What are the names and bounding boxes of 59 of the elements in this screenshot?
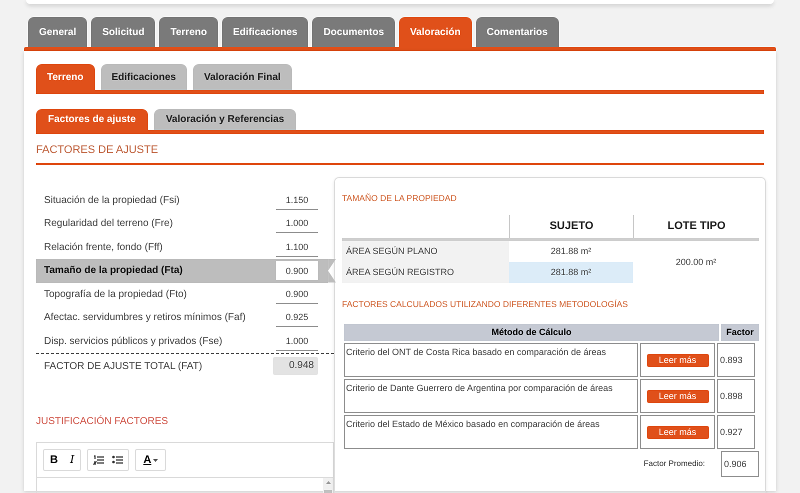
scroll-up-icon: [326, 481, 330, 484]
average-field: 0.906: [721, 451, 759, 477]
factor-field[interactable]: 0.900: [276, 284, 318, 304]
factor-field[interactable]: 1.100: [276, 238, 318, 257]
tab[interactable]: Terreno: [159, 17, 218, 47]
read-more-button[interactable]: Leer más: [646, 390, 708, 402]
criterion-cell: Criterio del ONT de Costa Rica basado en comparación de áreas: [344, 343, 638, 377]
lot-area-cell-text: 200.00 m²: [674, 256, 718, 268]
column-header: Método de Cálculo: [344, 324, 719, 341]
section-title: FACTORES DE AJUSTE: [36, 143, 160, 158]
factor-label: Regularidad del terreno (Fre): [43, 217, 174, 232]
factor-label: Tamaño de la propiedad (Fta): [43, 264, 184, 278]
criterion-cell: Criterio de Dante Guerrero de Argentina por comparación de áreas: [344, 379, 638, 413]
caret-icon: [153, 458, 158, 462]
factor-field[interactable]: 0.900: [276, 261, 318, 280]
tab[interactable]: Comentarios: [476, 17, 559, 47]
ordered-list-icon[interactable]: [93, 455, 104, 465]
column-header: Factor: [721, 324, 759, 341]
factor-cell: 0.893: [717, 343, 755, 377]
tab[interactable]: Valoración: [399, 17, 472, 47]
total-field: 0.948: [273, 357, 318, 375]
section-title: FACTORES CALCULADOS UTILIZANDO DIFERENTES METODOLOGÍAS: [342, 298, 629, 311]
factor-label: Disp. servicios públicos y privados (Fse): [43, 334, 224, 349]
criterion-cell: Criterio del Estado de México basado en comparación de áreas: [344, 415, 638, 449]
factor-field[interactable]: 1.000: [276, 214, 318, 234]
factor-field[interactable]: 1.150: [276, 190, 318, 210]
factor-field[interactable]: 0.925: [276, 308, 318, 328]
factor-cell: 0.898: [717, 379, 755, 413]
bold-button[interactable]: B: [48, 452, 60, 468]
tab[interactable]: Edificaciones: [100, 64, 187, 90]
factor-label: Situación de la propiedad (Fsi): [43, 194, 181, 208]
tab[interactable]: Factores de ajuste: [36, 109, 148, 130]
section-title: JUSTIFICACIÓN FACTORES: [36, 414, 170, 429]
average-label: Factor Promedio:: [644, 458, 705, 470]
tab[interactable]: Terreno: [36, 64, 94, 90]
tab[interactable]: Solicitud: [91, 17, 156, 47]
tab[interactable]: Edificaciones: [222, 17, 308, 47]
section-title: TAMAÑO DE LA PROPIEDAD: [342, 192, 458, 204]
area-cell: 281.88 m²: [509, 262, 633, 284]
factor-label: Topografía de la propiedad (Fto): [43, 288, 188, 302]
factor-field[interactable]: 1.000: [276, 332, 318, 351]
column-header: SUJETO: [509, 215, 633, 238]
factor-label: Relación frente, fondo (Fff): [43, 240, 164, 255]
column-header: LOTE TIPO: [633, 215, 759, 238]
read-more-button[interactable]: Leer más: [646, 426, 708, 438]
factor-cell: 0.927: [717, 415, 755, 449]
tab[interactable]: Documentos: [312, 17, 396, 47]
tab[interactable]: General: [28, 17, 88, 47]
tab[interactable]: Valoración Final: [192, 64, 292, 90]
row-label: ÁREA SEGÚN PLANO: [342, 241, 509, 262]
factor-label: Afectac. servidumbres y retiros mínimos (Faf): [43, 311, 247, 326]
bullet-list-icon[interactable]: [112, 455, 124, 465]
font-color-button[interactable]: A: [135, 449, 166, 471]
text-editor[interactable]: B I A: [36, 442, 334, 493]
italic-button[interactable]: I: [68, 452, 76, 468]
read-more-button[interactable]: Leer más: [646, 354, 708, 366]
total-label: FACTOR DE AJUSTE TOTAL (FAT): [43, 360, 204, 374]
row-label: ÁREA SEGÚN REGISTRO: [342, 262, 509, 284]
tab[interactable]: Valoración y Referencias: [154, 109, 296, 130]
